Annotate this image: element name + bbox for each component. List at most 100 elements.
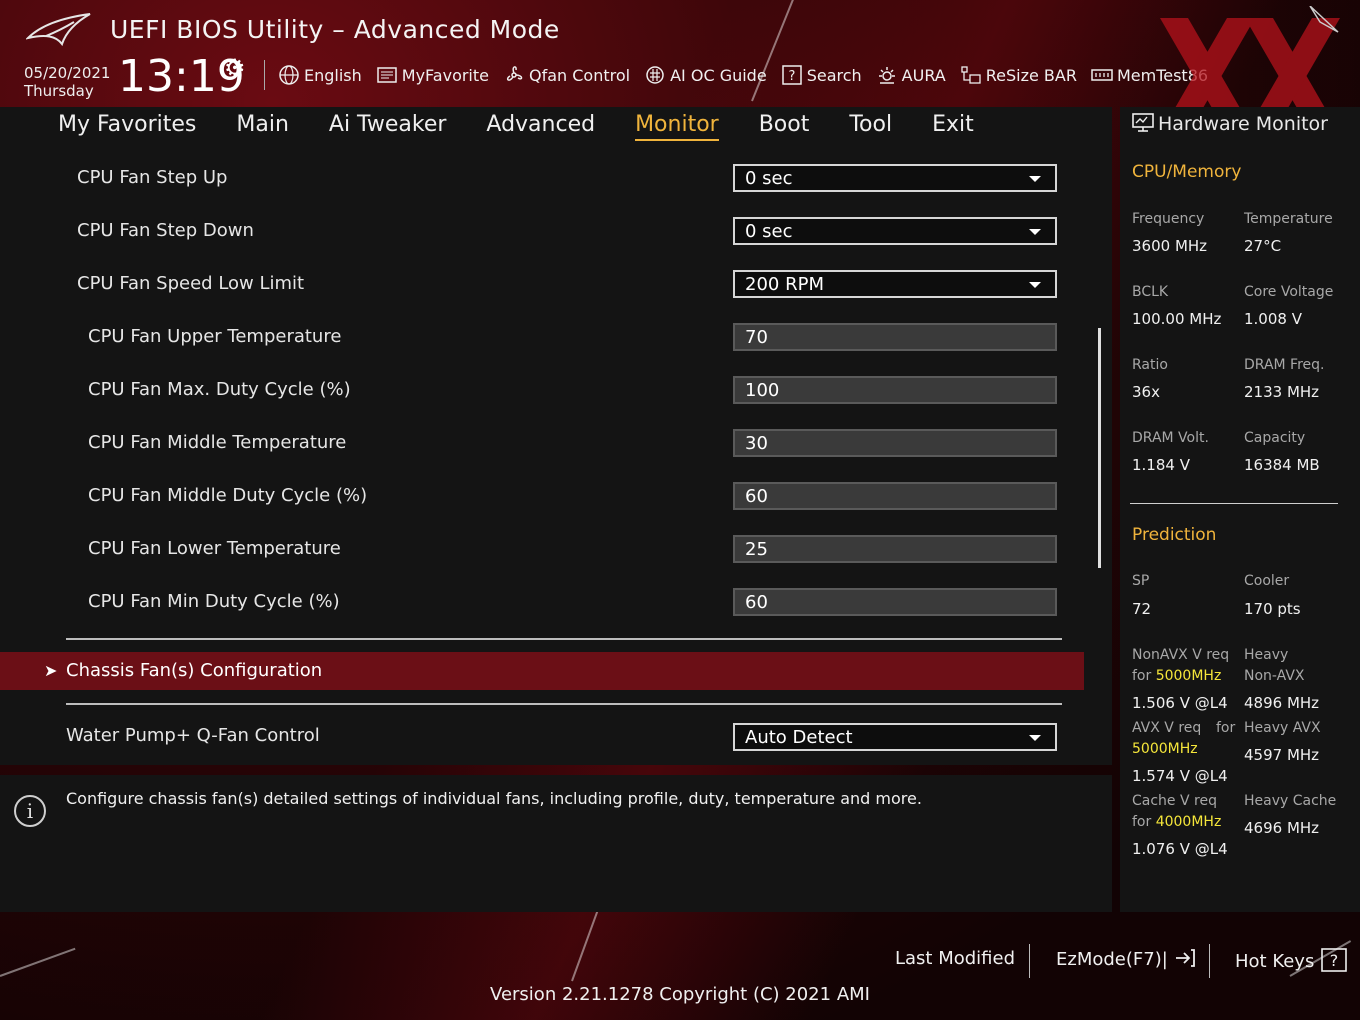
cpu-fan-step-down-select[interactable]: 0 sec — [733, 217, 1057, 245]
hw-value: 1.008 V — [1244, 310, 1302, 328]
setting-label: Water Pump+ Q-Fan Control — [66, 725, 320, 746]
hw-label: NonAVX V req — [1132, 647, 1230, 663]
exit-arrow-icon — [1175, 949, 1195, 967]
setting-row: CPU Fan Lower Temperature 25 — [0, 522, 1084, 575]
hw-label: Temperature — [1244, 211, 1333, 227]
chevron-right-icon: ➤ — [44, 661, 58, 680]
day-text: Thursday — [24, 82, 94, 100]
monitor-icon — [1132, 113, 1154, 132]
hw-value: 16384 MB — [1244, 456, 1320, 474]
toolbar-label: MyFavorite — [401, 65, 489, 85]
hw-label: for 5000MHz — [1132, 668, 1221, 684]
cpu-fan-step-up-select[interactable]: 0 sec — [733, 164, 1057, 192]
tab-main[interactable]: Main — [236, 112, 289, 141]
hw-value: 2133 MHz — [1244, 383, 1320, 401]
hw-label: Frequency — [1132, 211, 1205, 227]
tab-tool[interactable]: Tool — [849, 112, 892, 141]
toolbar-ai-oc-guide[interactable]: AI OC Guide — [644, 64, 767, 86]
cpu-fan-upper-temperature-field[interactable]: 70 — [733, 323, 1057, 351]
cpu-fan-middle-temperature-field[interactable]: 30 — [733, 429, 1057, 457]
hw-label: DRAM Volt. — [1132, 430, 1209, 446]
setting-label: CPU Fan Lower Temperature — [88, 538, 341, 559]
footer-separator — [1029, 944, 1030, 978]
frequency-highlight: 5000MHz — [1155, 668, 1222, 684]
hw-value: 27°C — [1244, 237, 1282, 255]
date-text: 05/20/2021 — [24, 64, 111, 82]
divider — [66, 703, 1062, 705]
cpu-fan-max-duty-cycle-field[interactable]: 100 — [733, 376, 1057, 404]
setting-label: CPU Fan Speed Low Limit — [77, 273, 305, 294]
hw-label: DRAM Freq. — [1244, 357, 1325, 373]
toolbar-label: Qfan Control — [529, 65, 631, 85]
tab-boot[interactable]: Boot — [759, 112, 810, 141]
hot-keys-button[interactable]: Hot Keys ? — [1235, 948, 1348, 972]
hw-value: 4896 MHz — [1244, 694, 1320, 712]
setting-label: CPU Fan Middle Duty Cycle (%) — [88, 485, 368, 506]
last-modified-button[interactable]: Last Modified — [895, 948, 1015, 969]
hw-value: 4696 MHz — [1244, 819, 1320, 837]
tab-advanced[interactable]: Advanced — [486, 112, 595, 141]
toolbar-label: AI OC Guide — [670, 65, 767, 85]
hot-keys-label: Hot Keys — [1235, 951, 1315, 972]
hw-value: 4597 MHz — [1244, 746, 1320, 764]
toolbar-label: ReSize BAR — [985, 65, 1077, 85]
submenu-label: Chassis Fan(s) Configuration — [66, 660, 323, 681]
toolbar-label: Search — [806, 65, 862, 85]
cpu-fan-middle-duty-cycle-field[interactable]: 60 — [733, 482, 1057, 510]
hw-label: Heavy Cache — [1244, 793, 1337, 809]
cpu-fan-speed-low-limit-select[interactable]: 200 RPM — [733, 270, 1057, 298]
setting-label: CPU Fan Min Duty Cycle (%) — [88, 591, 340, 612]
hw-label: BCLK — [1132, 284, 1169, 300]
toolbar-aura[interactable]: AURA — [876, 64, 946, 86]
chevron-down-icon — [1029, 229, 1041, 235]
toolbar-english[interactable]: English — [278, 64, 362, 86]
hardware-monitor-label: Hardware Monitor — [1158, 113, 1328, 135]
ezmode-label: EzMode(F7)| — [1056, 949, 1168, 970]
select-value: 0 sec — [745, 168, 793, 189]
chassis-fan-configuration-submenu[interactable]: ➤ Chassis Fan(s) Configuration — [0, 652, 1084, 690]
hw-label: SP — [1132, 573, 1150, 589]
svg-text:?: ? — [788, 69, 795, 84]
toolbar-myfavorite[interactable]: MyFavorite — [376, 64, 489, 86]
tab-exit[interactable]: Exit — [932, 112, 974, 141]
tab-my-favorites[interactable]: My Favorites — [58, 112, 196, 141]
cpu-fan-min-duty-cycle-field[interactable]: 60 — [733, 588, 1057, 616]
water-pump-qfan-control-select[interactable]: Auto Detect — [733, 723, 1057, 751]
hw-label: Heavy — [1244, 647, 1289, 663]
settings-panel: CPU Fan Step Up 0 sec CPU Fan Step Down … — [0, 147, 1112, 765]
hw-label: for — [1216, 720, 1236, 736]
setting-row: Water Pump+ Q-Fan Control Auto Detect — [0, 709, 1084, 762]
page-title: UEFI BIOS Utility – Advanced Mode — [110, 15, 560, 44]
hw-label: Non-AVX — [1244, 668, 1305, 684]
favorite-icon — [377, 67, 397, 83]
help-icon: ? — [1321, 948, 1347, 972]
chevron-down-icon — [1029, 735, 1041, 741]
setting-row: CPU Fan Max. Duty Cycle (%) 100 — [0, 363, 1084, 416]
hw-value: 1.184 V — [1132, 456, 1190, 474]
hw-divider — [1130, 503, 1338, 504]
chevron-down-icon — [1029, 176, 1041, 182]
setting-row: CPU Fan Min Duty Cycle (%) 60 — [0, 575, 1084, 628]
setting-row: CPU Fan Step Down 0 sec — [0, 204, 1084, 257]
version-text: Version 2.21.1278 Copyright (C) 2021 AMI — [490, 984, 870, 1005]
tab-monitor[interactable]: Monitor — [635, 112, 719, 141]
hw-value: 72 — [1132, 600, 1152, 618]
toolbar-qfan-control[interactable]: Qfan Control — [503, 64, 630, 86]
tab-ai-tweaker[interactable]: Ai Tweaker — [329, 112, 447, 141]
chevron-down-icon — [1029, 282, 1041, 288]
frequency-highlight: 5000MHz — [1132, 741, 1198, 757]
toolbar-search[interactable]: ? Search — [781, 64, 862, 86]
ezmode-button[interactable]: EzMode(F7)| — [1056, 948, 1196, 970]
hw-value: 170 pts — [1244, 600, 1301, 618]
cpu-fan-lower-temperature-field[interactable]: 25 — [733, 535, 1057, 563]
hw-label: Cache V req — [1132, 793, 1217, 809]
toolbar-resize-bar[interactable]: ReSize BAR — [960, 64, 1077, 86]
date-display: 05/20/2021 Thursday — [24, 64, 110, 100]
svg-text:?: ? — [1330, 951, 1339, 970]
setting-label: CPU Fan Upper Temperature — [88, 326, 342, 347]
main-tabs: My Favorites Main Ai Tweaker Advanced Mo… — [58, 112, 1014, 141]
hw-value: 3600 MHz — [1132, 237, 1208, 255]
fan-icon — [506, 66, 523, 81]
scrollbar[interactable] — [1098, 328, 1101, 568]
gear-icon[interactable]: ⚙ — [224, 54, 246, 82]
